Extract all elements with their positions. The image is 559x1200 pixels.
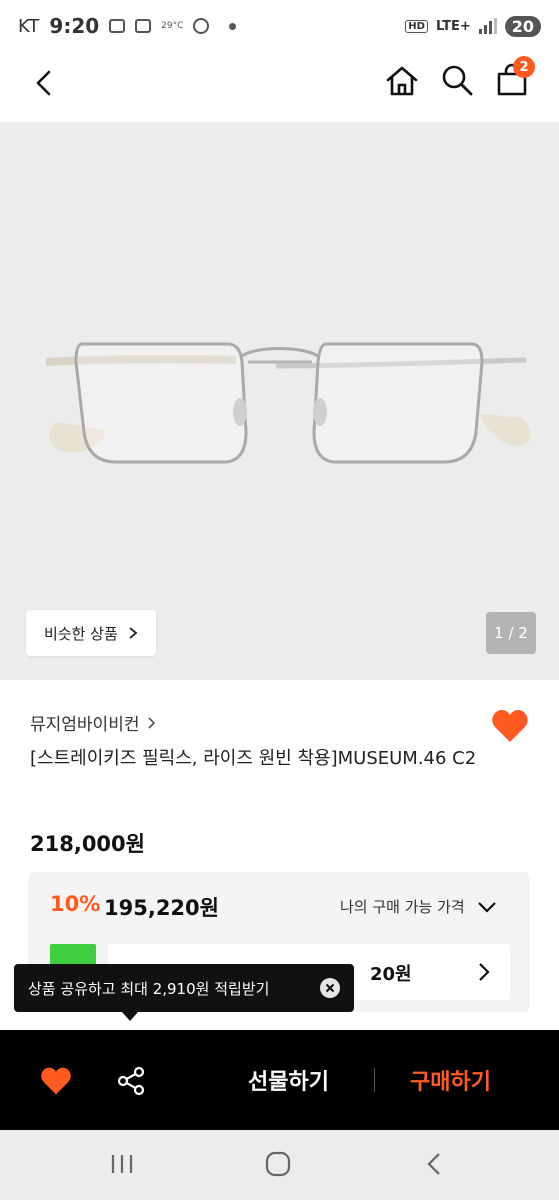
brand-name: 뮤지엄바이비컨 — [30, 715, 140, 735]
my-price-label: 나의 구매 가능 가격 — [340, 898, 465, 916]
wishlist-heart-icon[interactable] — [491, 708, 529, 744]
app-header: 2 — [0, 52, 559, 122]
home-button-icon[interactable] — [265, 1151, 291, 1177]
hd-voice-icon: HD — [405, 19, 428, 33]
home-icon[interactable] — [384, 63, 420, 99]
gift-button[interactable]: 선물하기 — [248, 1064, 329, 1096]
product-image-carousel[interactable]: 비슷한 상품 1 / 2 — [0, 122, 559, 680]
status-bar: KT 9:20 29°C HD LTE+ 20 — [0, 0, 559, 52]
brand-link[interactable]: 뮤지엄바이비컨 — [30, 710, 156, 735]
back-icon[interactable] — [28, 66, 62, 100]
cart-count-badge: 2 — [513, 56, 535, 78]
sale-price: 195,220원 — [104, 896, 219, 920]
recent-apps-icon[interactable] — [110, 1152, 134, 1176]
temperature-label: 29°C — [161, 21, 184, 31]
buy-button[interactable]: 구매하기 — [410, 1064, 491, 1096]
action-divider — [374, 1068, 375, 1092]
notification-dot-icon — [229, 22, 237, 30]
clock: 9:20 — [49, 14, 100, 38]
battery-indicator: 20 — [504, 15, 541, 37]
original-price: 218,000원 — [30, 832, 145, 856]
chevron-right-icon — [148, 716, 156, 729]
screenshot-icon — [109, 19, 126, 33]
tooltip-close-icon[interactable] — [320, 978, 340, 998]
search-icon[interactable] — [440, 63, 474, 97]
discount-rate: 10% — [50, 892, 101, 916]
product-title: [스트레이키즈 필릭스, 라이즈 원빈 착용]MUSEUM.46 C2 — [30, 748, 477, 769]
coupon-price: 20원 — [370, 964, 412, 985]
my-price-toggle[interactable]: 나의 구매 가능 가격 — [340, 896, 497, 917]
similar-products-button[interactable]: 비슷한 상품 — [26, 610, 156, 656]
signal-icon — [478, 18, 497, 34]
gallery-icon — [135, 19, 152, 33]
hourglass-icon — [193, 18, 210, 34]
similar-products-label: 비슷한 상품 — [44, 624, 118, 643]
share-icon[interactable] — [116, 1066, 146, 1096]
system-back-icon[interactable] — [424, 1151, 444, 1177]
wishlist-heart-icon[interactable] — [40, 1066, 72, 1096]
carrier-label: KT — [18, 15, 40, 37]
eyeglasses-image — [45, 342, 531, 464]
system-navigation-bar — [0, 1130, 559, 1200]
chevron-down-icon — [477, 901, 496, 913]
lte-label: LTE+ — [435, 18, 471, 34]
tooltip-tail — [122, 1012, 138, 1021]
chevron-right-icon — [479, 963, 490, 981]
chevron-right-icon — [129, 627, 138, 639]
bottom-action-bar: 선물하기 구매하기 — [0, 1030, 559, 1130]
image-page-indicator: 1 / 2 — [486, 612, 536, 654]
share-reward-tooltip: 상품 공유하고 최대 2,910원 적립받기 — [14, 964, 354, 1021]
tooltip-text: 상품 공유하고 최대 2,910원 적립받기 — [28, 979, 270, 998]
